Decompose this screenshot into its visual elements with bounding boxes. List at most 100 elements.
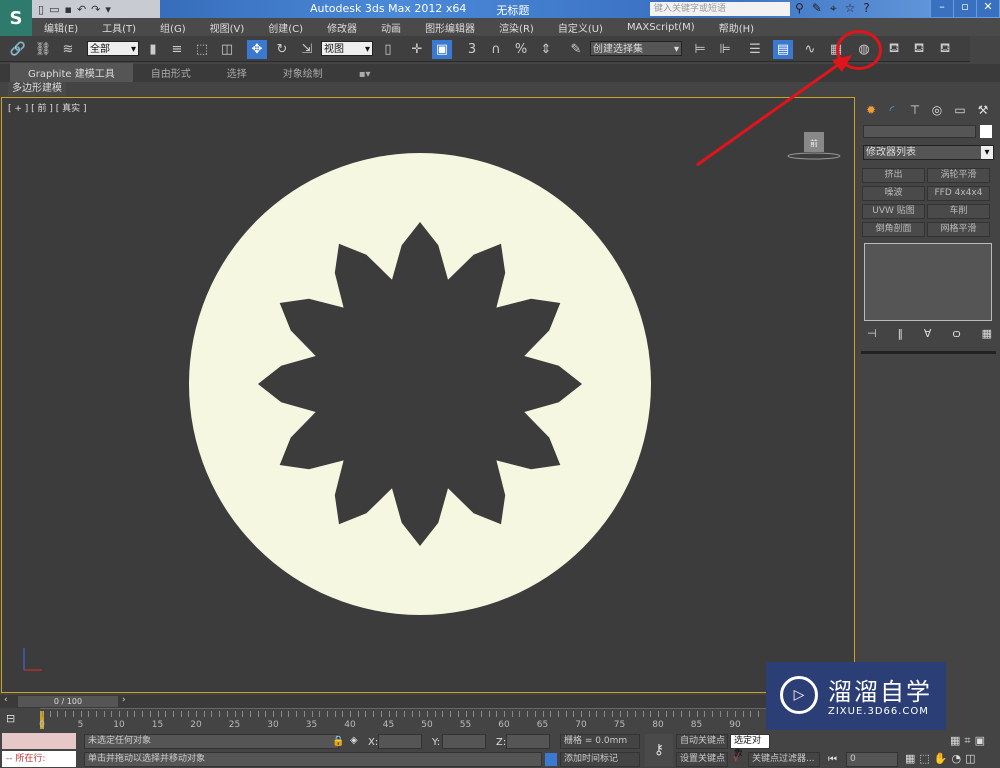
modifier-button-bevel-profile[interactable]: 倒角剖面 [862,222,925,237]
make-unique-icon[interactable]: ∀ [924,327,932,340]
link-icon[interactable]: 🔗 [8,40,28,59]
open-file-icon[interactable]: ▭ [49,3,59,16]
wrench-icon[interactable]: ✎ [812,1,822,16]
configure-sets-icon[interactable]: ▦ [982,327,992,340]
rendered-frame-window-icon[interactable]: ⛾ [909,40,929,59]
mini-curve-editor-icon[interactable]: ⊟ [6,712,15,725]
goto-start-icon[interactable]: ⏮ [828,754,837,765]
tab-freeform[interactable]: 自由形式 [133,63,209,82]
track-bar[interactable]: 0 5 10 15 20 25 30 35 40 45 50 55 60 65 70 75 80 85 90 [39,708,770,732]
select-manipulate-icon[interactable]: ✛ [407,40,427,59]
selection-filter-dropdown[interactable]: 全部 [87,41,139,57]
modifier-button-ffd[interactable]: FFD 4x4x4 [927,186,990,201]
zoom-extents-all-icon[interactable]: ▦ [905,752,915,765]
search-input[interactable]: 键入关键字或短语 [650,2,790,16]
show-end-result-icon[interactable]: ‖ [898,327,904,340]
tab-graphite[interactable]: Graphite 建模工具 [10,63,133,82]
auto-key-button[interactable]: 自动关键点 [676,734,728,749]
pan-hand-icon[interactable]: ✋ [934,752,948,765]
angle-snap-icon[interactable]: ∩ [486,40,506,59]
modifier-button-noise[interactable]: 噪波 [862,186,925,201]
maxscript-line[interactable]: -- 所在行: [2,751,76,767]
percent-snap-icon[interactable]: % [511,40,531,59]
undo-icon[interactable]: ↶ [77,3,86,16]
window-crossing-icon[interactable]: ◫ [217,40,237,59]
key-mode-dropdown[interactable]: 选定对象 [730,734,770,759]
front-viewport[interactable]: [ + ] [ 前 ] [ 真实 ] 前 [1,97,855,693]
menu-maxscript[interactable]: MAXScript(M) [615,22,707,33]
maximize-button[interactable]: ▫ [953,0,976,17]
binoculars-icon[interactable]: ⚲ [795,1,804,16]
motion-tab-icon[interactable]: ◎ [927,101,947,119]
ribbon-options-icon[interactable]: ▪▾ [341,67,389,82]
unlink-icon[interactable]: ⛓ [33,40,53,59]
add-time-tag[interactable]: 添加时间标记 [560,752,640,767]
pivot-center-icon[interactable]: ▯ [378,40,398,59]
x-coordinate-field[interactable] [378,734,422,749]
menu-customize[interactable]: 自定义(U) [546,20,615,35]
set-key-button[interactable]: 设置关键点 [676,752,728,767]
fov-icon[interactable]: ⌗ [964,734,970,748]
modifier-button-lathe[interactable]: 车削 [927,204,990,219]
menu-edit[interactable]: 编辑(E) [32,20,90,35]
snaps-toggle-icon[interactable]: 3 [462,40,482,59]
select-rotate-icon[interactable]: ↻ [272,40,292,59]
select-move-icon[interactable]: ✥ [247,40,267,59]
z-coordinate-field[interactable] [506,734,550,749]
customize-dropdown-icon[interactable]: ▾ [105,3,111,16]
viewcube[interactable]: 前 [787,132,841,160]
satellite-icon[interactable]: ⌖ [830,1,837,16]
star-icon[interactable]: ☆ [845,1,856,16]
modifier-stack[interactable] [864,243,992,321]
maximize-viewport-icon[interactable]: ◫ [965,752,975,765]
region-zoom-icon[interactable]: ⬚ [919,752,929,765]
spinner-snap-icon[interactable]: ⇕ [536,40,556,59]
select-by-name-icon[interactable]: ≡ [167,40,187,59]
curve-editor-icon[interactable]: ∿ [800,40,820,59]
menu-tools[interactable]: 工具(T) [90,20,148,35]
object-color-swatch[interactable] [980,125,992,138]
modifier-list-dropdown[interactable]: 修改器列表 [863,145,994,160]
edit-named-selection-icon[interactable]: ✎ [566,40,586,59]
set-key-icon[interactable]: ⚷ [645,734,673,766]
reference-coord-dropdown[interactable]: 视图 [321,41,373,57]
modifier-button-uvw-map[interactable]: UVW 贴图 [862,204,925,219]
modifier-button-extrude[interactable]: 挤出 [862,168,925,183]
select-object-icon[interactable]: ▮ [143,40,163,59]
mirror-icon[interactable]: ⊨ [690,40,710,59]
create-tab-icon[interactable]: ✹ [861,101,881,119]
redo-icon[interactable]: ↷ [91,3,100,16]
keyboard-shortcut-override-icon[interactable]: ▣ [432,40,452,59]
menu-create[interactable]: 创建(C) [256,20,315,35]
minimize-button[interactable]: – [930,0,953,17]
prev-frame-icon[interactable]: ‹ [4,695,8,705]
help-icon[interactable]: ? [863,1,869,16]
time-slider-thumb[interactable]: 0 / 100 [18,696,118,707]
rect-selection-icon[interactable]: ⬚ [192,40,212,59]
pin-stack-icon[interactable]: ⊣ [867,327,877,340]
save-icon[interactable]: ▪ [64,3,71,16]
render-production-icon[interactable]: ⛾ [935,40,955,59]
align-icon[interactable]: ⊫ [715,40,735,59]
layer-manager-icon[interactable]: ☰ [745,40,765,59]
modifier-button-meshsmooth[interactable]: 网格平滑 [927,222,990,237]
tab-selection[interactable]: 选择 [209,63,265,82]
zoom-extents-icon[interactable]: ▣ [975,734,985,748]
time-tag-icon[interactable] [545,753,557,766]
render-setup-icon[interactable]: ⛾ [884,40,904,59]
y-coordinate-field[interactable] [442,734,486,749]
named-selection-set-dropdown[interactable]: 创建选择集 [590,41,682,57]
utilities-tab-icon[interactable]: ⚒ [973,101,993,119]
maxscript-listener[interactable] [2,733,76,749]
object-name-field[interactable] [863,125,976,138]
select-scale-icon[interactable]: ⇲ [297,40,317,59]
modifier-button-turbosmooth[interactable]: 涡轮平滑 [927,168,990,183]
menu-animation[interactable]: 动画 [369,20,413,35]
bind-spacewarp-icon[interactable]: ≋ [58,40,78,59]
tab-object-paint[interactable]: 对象绘制 [265,63,341,82]
current-frame-field[interactable]: 0 [846,752,898,767]
absolute-mode-icon[interactable]: ◈ [350,735,358,746]
menu-rendering[interactable]: 渲染(R) [487,20,546,35]
graphite-toggle-icon[interactable]: ▤ [773,40,793,59]
new-file-icon[interactable]: ▯ [38,3,44,16]
